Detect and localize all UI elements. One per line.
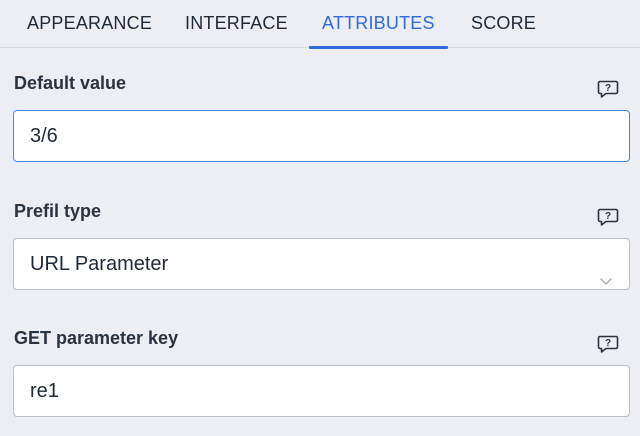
tab-interface[interactable]: INTERFACE — [185, 0, 288, 48]
tab-attributes-label: ATTRIBUTES — [322, 13, 435, 33]
tab-attributes[interactable]: ATTRIBUTES — [309, 0, 448, 49]
svg-text:?: ? — [605, 83, 611, 94]
prefil-type-select[interactable]: URL Parameter — [13, 238, 630, 290]
get-parameter-key-label: GET parameter key — [14, 328, 179, 348]
prefil-type-label: Prefil type — [14, 201, 102, 221]
svg-text:?: ? — [605, 338, 611, 349]
tab-appearance[interactable]: APPEARANCE — [27, 0, 152, 48]
get-parameter-key-field[interactable] — [30, 367, 613, 416]
get-parameter-key-input[interactable] — [13, 365, 630, 417]
chevron-down-icon — [599, 257, 613, 285]
default-value-input[interactable] — [13, 110, 630, 162]
default-value-label: Default value — [14, 73, 127, 93]
svg-text:?: ? — [605, 211, 611, 222]
active-tab-indicator — [309, 46, 448, 49]
prefil-type-selected-value: URL Parameter — [30, 253, 169, 275]
speech-bubble-question-icon[interactable]: ? — [597, 207, 619, 227]
default-value-field[interactable] — [30, 112, 613, 161]
speech-bubble-question-icon[interactable]: ? — [597, 334, 619, 354]
tab-bar: APPEARANCE INTERFACE ATTRIBUTES SCORE — [0, 0, 640, 49]
tab-score[interactable]: SCORE — [471, 0, 536, 48]
speech-bubble-question-icon[interactable]: ? — [597, 79, 619, 99]
